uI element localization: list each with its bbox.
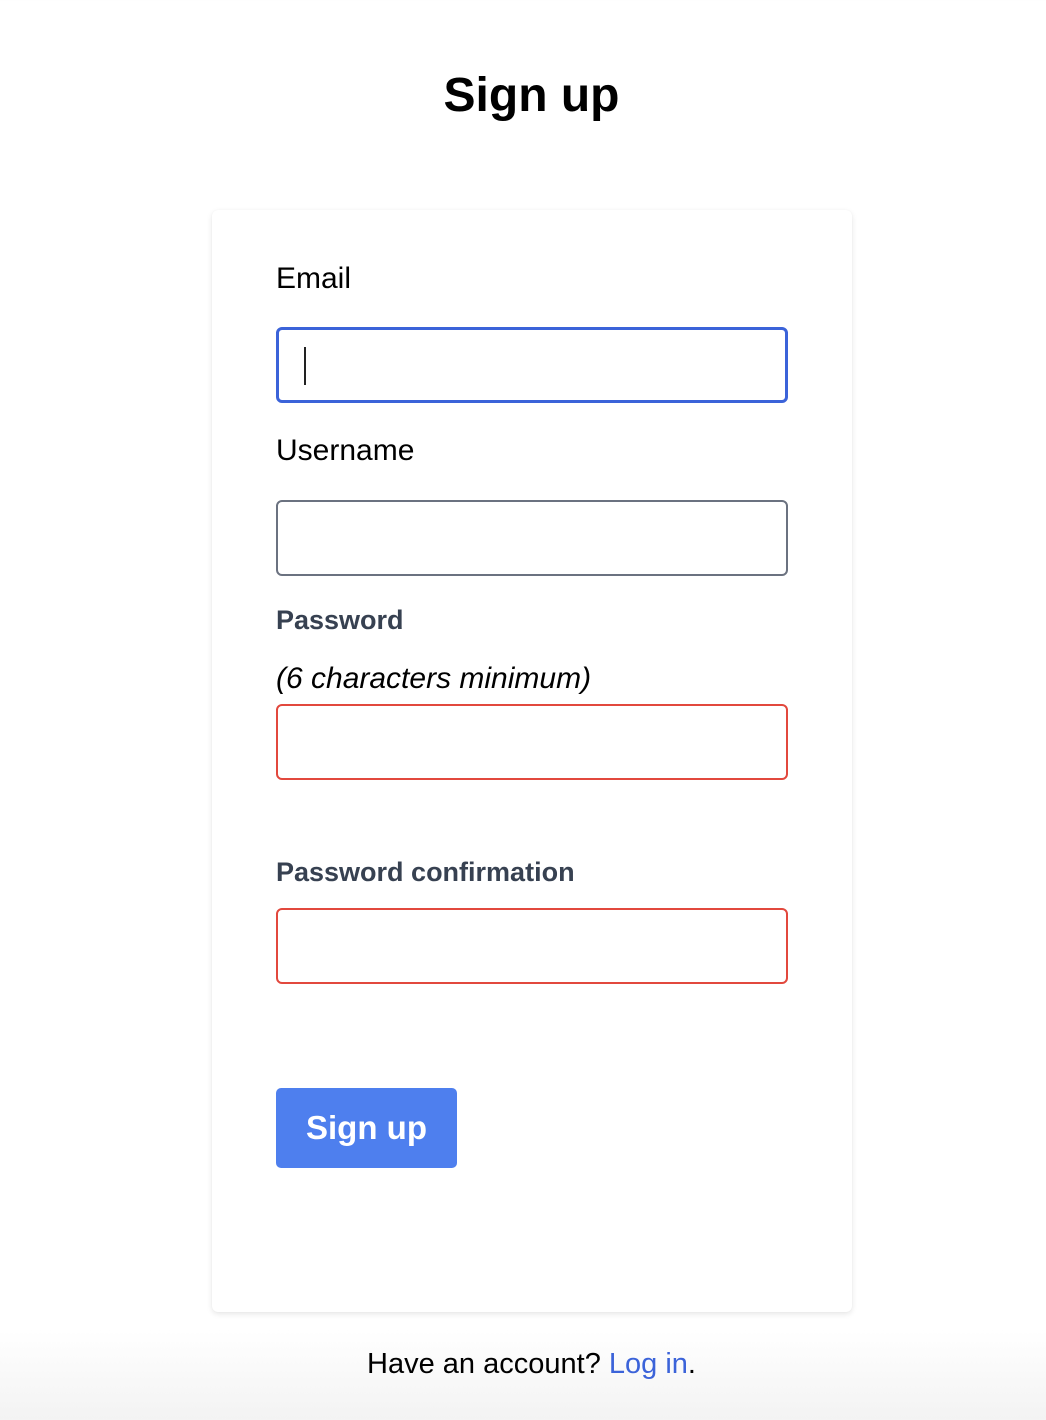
signup-form-card: Email Username Password (6 characters mi… [212, 210, 852, 1312]
login-prompt-suffix: . [687, 1348, 696, 1380]
password-field[interactable] [276, 704, 788, 780]
username-field[interactable] [276, 500, 788, 576]
password-confirmation-label: Password confirmation [276, 857, 575, 887]
sign-up-button[interactable]: Sign up [276, 1088, 457, 1168]
login-prompt-text: Have an account? [367, 1348, 609, 1380]
login-link[interactable]: Log in [609, 1348, 688, 1380]
login-prompt: Have an account? Log in. [0, 1346, 1046, 1382]
password-label: Password [276, 605, 404, 635]
email-label: Email [276, 262, 352, 295]
password-confirmation-field[interactable] [276, 908, 788, 984]
username-label: Username [276, 434, 415, 467]
password-hint: (6 characters minimum) [276, 662, 592, 695]
page-title: Sign up [443, 69, 620, 122]
text-caret [304, 347, 306, 385]
email-field[interactable] [276, 327, 788, 403]
